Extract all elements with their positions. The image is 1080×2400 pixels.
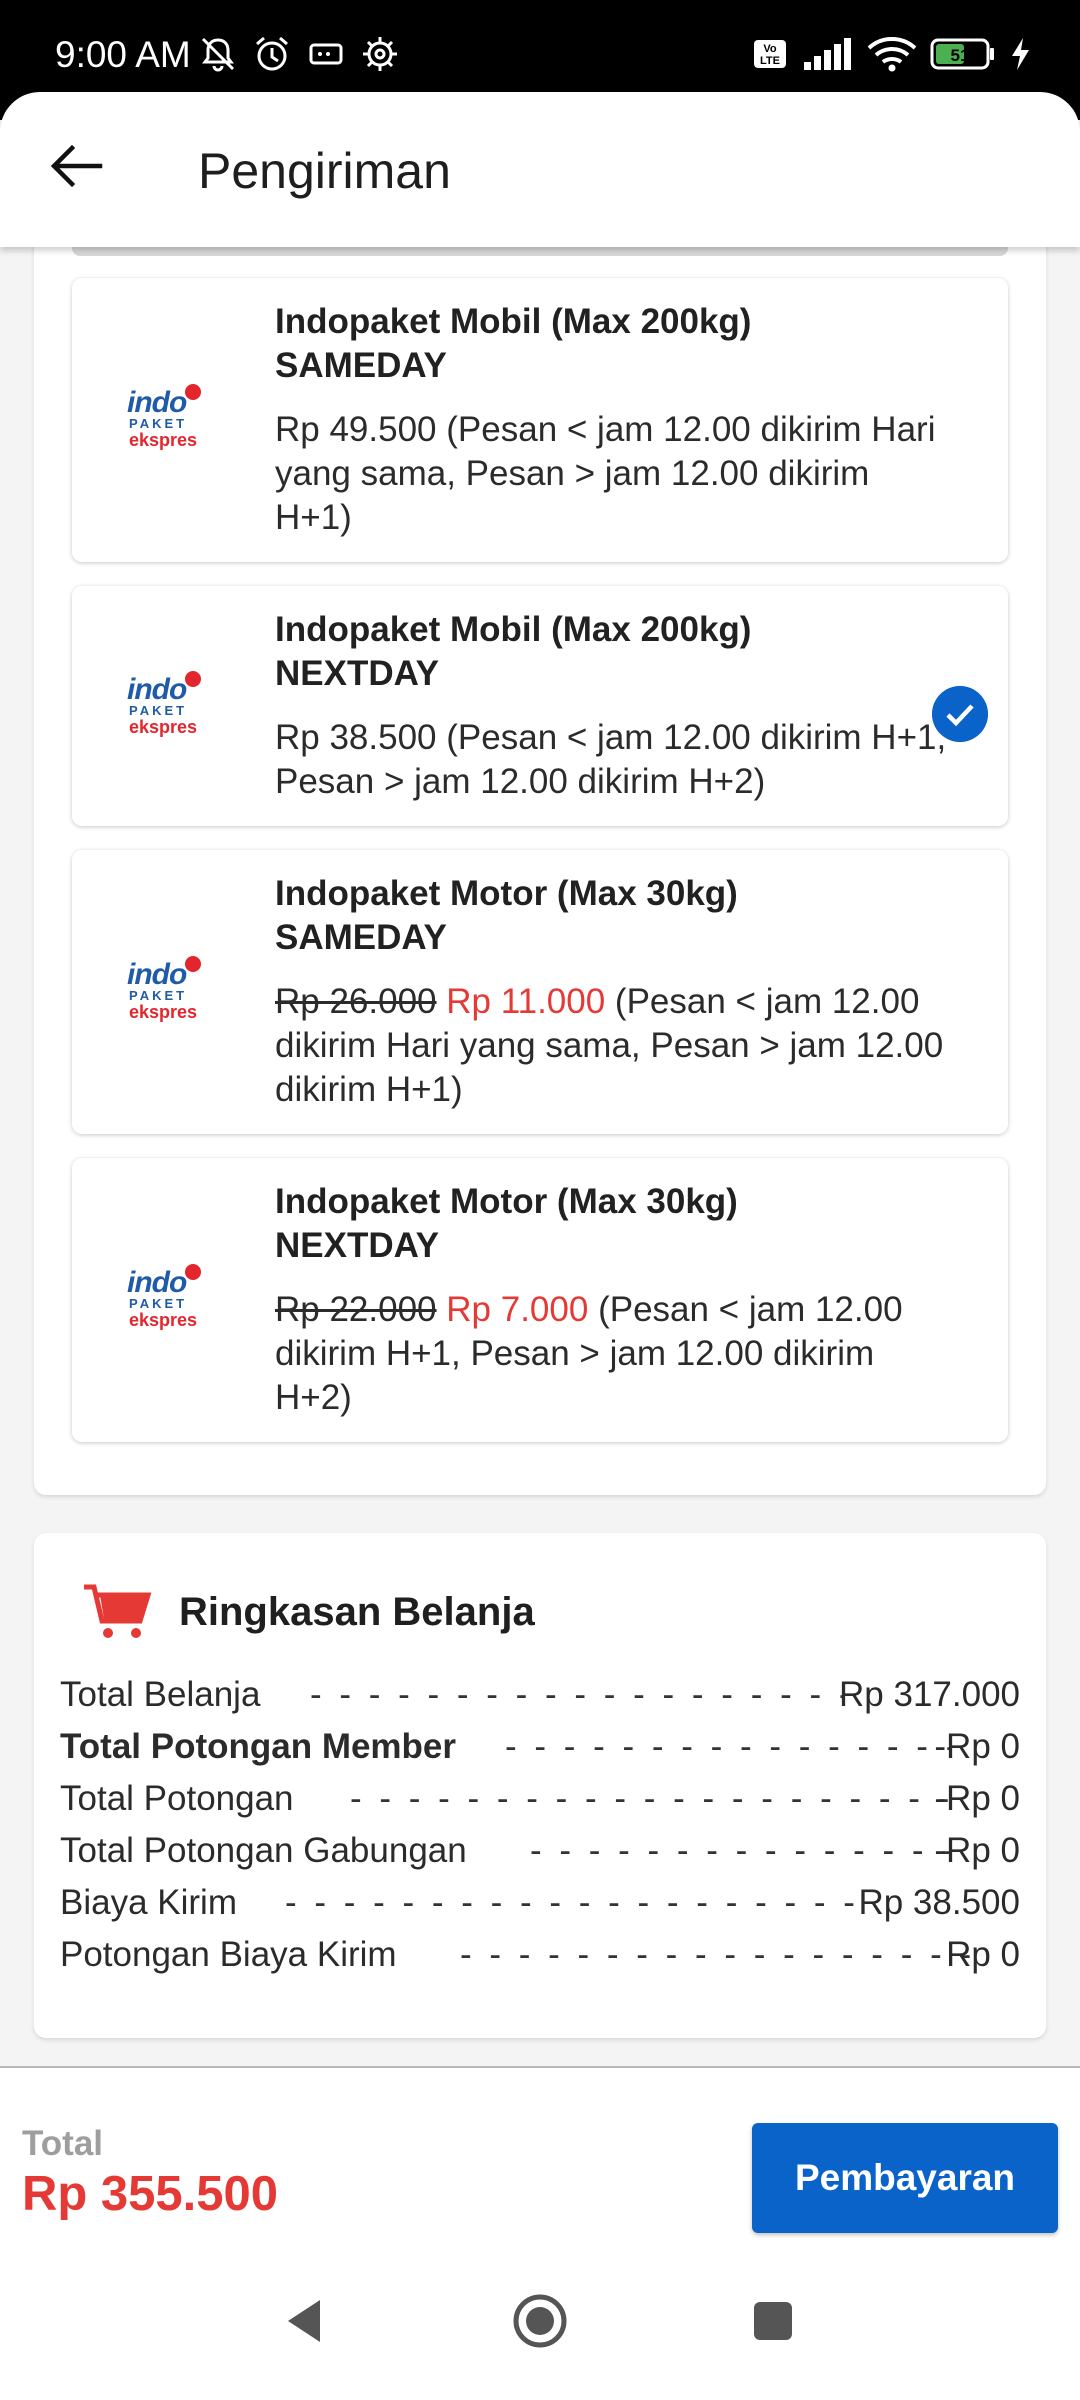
indopaket-logo: indo PAKET ekspres: [127, 1264, 207, 1336]
summary-row-biaya-kirim: Biaya Kirim - - - - - - - - - - - - - - …: [60, 1883, 1020, 1922]
summary-row-total-potongan-member: Total Potongan Member - - - - - - - - - …: [60, 1727, 1020, 1766]
option-title: Indopaket Motor (Max 30kg) SAMEDAY: [275, 874, 738, 957]
summary-panel: Ringkasan Belanja Total Belanja - - - - …: [34, 1533, 1046, 2038]
option-price: Rp 38.500: [275, 718, 437, 757]
nav-back-icon[interactable]: [270, 2286, 340, 2356]
option-description: Rp 26.000 Rp 11.000 (Pesan < jam 12.00 d…: [275, 980, 955, 1112]
total-label: Total: [22, 2124, 104, 2163]
status-right-icons: Vo LTE 51: [750, 34, 1032, 74]
svg-text:Vo: Vo: [763, 43, 777, 55]
option-original-price: Rp 22.000: [275, 1290, 437, 1329]
shipping-option-motor-sameday[interactable]: indo PAKET ekspres Indopaket Motor (Max …: [72, 850, 1008, 1134]
shipping-option-mobil-sameday[interactable]: indo PAKET ekspres Indopaket Mobil (Max …: [72, 278, 1008, 562]
option-price: Rp 49.500: [275, 410, 437, 449]
option-description: Rp 38.500 (Pesan < jam 12.00 dikirim H+1…: [275, 716, 955, 804]
indopaket-logo: indo PAKET ekspres: [127, 956, 207, 1028]
nav-home-icon[interactable]: [505, 2286, 575, 2356]
volte-icon: Vo LTE: [754, 40, 786, 68]
alarm-icon: [256, 36, 288, 71]
cart-icon: [84, 1584, 152, 1638]
option-title: Indopaket Mobil (Max 200kg) SAMEDAY: [275, 302, 752, 385]
status-time: 9:00 AM: [55, 34, 191, 75]
option-price: Rp 11.000: [446, 982, 606, 1021]
indopaket-logo: indo PAKET ekspres: [127, 384, 207, 456]
settings-icon: [363, 37, 397, 71]
shipping-option-motor-nextday[interactable]: indo PAKET ekspres Indopaket Motor (Max …: [72, 1158, 1008, 1442]
option-original-price: Rp 26.000: [275, 982, 437, 1021]
summary-title: Ringkasan Belanja: [179, 1590, 535, 1634]
option-title: Indopaket Mobil (Max 200kg) NEXTDAY: [275, 610, 752, 693]
pembayaran-button[interactable]: Pembayaran: [752, 2123, 1058, 2233]
system-nav-bar: [0, 2246, 1080, 2400]
page-title: Pengiriman: [198, 143, 451, 199]
wifi-icon: [867, 37, 917, 72]
option-description: Rp 49.500 (Pesan < jam 12.00 dikirim Har…: [275, 408, 955, 540]
option-text: Indopaket Motor (Max 30kg) SAMEDAY Rp 26…: [275, 872, 955, 1112]
option-title: Indopaket Motor (Max 30kg) NEXTDAY: [275, 1182, 738, 1265]
signal-icon: [804, 38, 851, 70]
arrow-left-icon[interactable]: [44, 134, 108, 198]
option-text: Indopaket Mobil (Max 200kg) NEXTDAY Rp 3…: [275, 608, 955, 804]
option-description: Rp 22.000 Rp 7.000 (Pesan < jam 12.00 di…: [275, 1288, 955, 1420]
summary-row-total-potongan: Total Potongan - - - - - - - - - - - - -…: [60, 1779, 1020, 1818]
status-left-icons: [198, 34, 400, 74]
total-value: Rp 355.500: [22, 2167, 279, 2221]
option-text: Indopaket Motor (Max 30kg) NEXTDAY Rp 22…: [275, 1180, 955, 1420]
charging-icon: [1012, 38, 1029, 70]
summary-row-potongan-biaya-kirim: Potongan Biaya Kirim - - - - - - - - - -…: [60, 1935, 1020, 1974]
indopaket-logo: indo PAKET ekspres: [127, 671, 207, 743]
nav-recents-icon[interactable]: [738, 2286, 808, 2356]
checkout-bar: Total Rp 355.500 Pembayaran: [0, 2066, 1080, 2246]
app-bar: Pengiriman: [0, 92, 1080, 247]
summary-row-total-belanja: Total Belanja - - - - - - - - - - - - - …: [60, 1675, 1020, 1714]
selected-check-icon: [932, 686, 988, 742]
option-price: Rp 7.000: [446, 1290, 589, 1329]
option-text: Indopaket Mobil (Max 200kg) SAMEDAY Rp 4…: [275, 300, 955, 540]
shipping-option-mobil-nextday[interactable]: indo PAKET ekspres Indopaket Mobil (Max …: [72, 586, 1008, 826]
battery-level: 51: [951, 46, 970, 65]
summary-row-total-potongan-gabungan: Total Potongan Gabungan - - - - - - - - …: [60, 1831, 1020, 1870]
battery-icon: 51: [930, 38, 994, 70]
cast-icon: [309, 43, 343, 65]
mute-bell-icon: [201, 37, 235, 72]
svg-text:LTE: LTE: [760, 55, 780, 67]
